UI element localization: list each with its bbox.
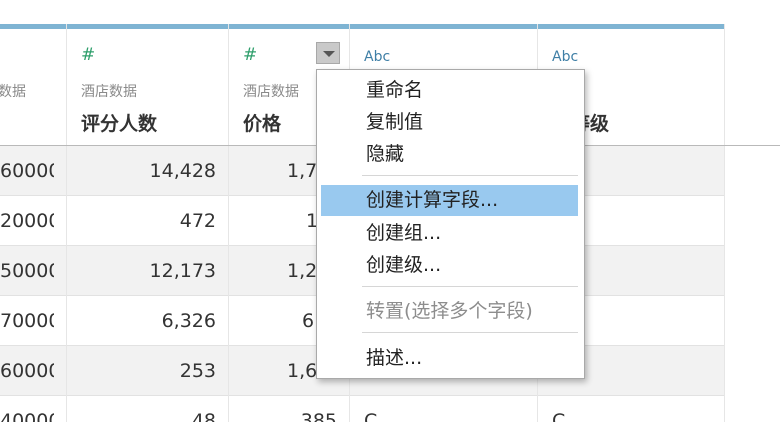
column-header[interactable]: # 酒店数据 评分人数 xyxy=(67,29,228,145)
menu-item-pivot: 转置(选择多个字段) xyxy=(366,300,533,322)
table-cell[interactable]: 60000 xyxy=(0,346,54,396)
table-cell[interactable]: 1,2 xyxy=(287,246,316,296)
number-type-icon[interactable]: # xyxy=(243,47,257,64)
table-cell[interactable]: 6,326 xyxy=(67,296,216,346)
table-cell[interactable]: 1,6 xyxy=(287,346,316,396)
table-cell[interactable]: C xyxy=(552,396,592,422)
column-field-name[interactable]: 价格 xyxy=(243,109,281,136)
table-cell[interactable]: 60000 xyxy=(0,146,54,196)
column-menu-dropdown-button[interactable] xyxy=(316,42,340,64)
menu-item-create-hierarchy[interactable]: 创建级... xyxy=(321,250,578,281)
table-cell[interactable]: 50000 xyxy=(0,246,54,296)
table-cell[interactable]: 1 xyxy=(306,196,316,246)
menu-item-copy-values[interactable]: 复制值 xyxy=(321,107,578,138)
table-cell[interactable]: 385 xyxy=(229,396,337,422)
table-cell[interactable]: 6 xyxy=(302,296,316,346)
table-cell[interactable]: 20000 xyxy=(0,196,54,246)
table-cell[interactable]: C xyxy=(364,396,404,422)
menu-item-create-calculated-field[interactable]: 创建计算字段... xyxy=(321,185,578,216)
table-cell[interactable]: 14,428 xyxy=(67,146,216,196)
number-type-icon[interactable]: # xyxy=(81,47,95,64)
table-cell[interactable]: 1,7 xyxy=(287,146,316,196)
string-type-icon[interactable]: Abc xyxy=(364,50,390,64)
column-source: 数据 xyxy=(0,84,26,100)
column-source: 酒店数据 xyxy=(243,84,299,100)
menu-separator xyxy=(362,286,578,287)
column-field-name[interactable]: 评分人数 xyxy=(81,109,157,136)
menu-item-describe[interactable]: 描述... xyxy=(321,343,578,374)
string-type-icon[interactable]: Abc xyxy=(552,50,578,64)
menu-item-hide[interactable]: 隐藏 xyxy=(321,139,578,170)
table-cell[interactable]: 12,173 xyxy=(67,246,216,296)
menu-item-rename[interactable]: 重命名 xyxy=(321,75,578,106)
table-cell[interactable]: 48 xyxy=(67,396,216,422)
column-source: 酒店数据 xyxy=(81,84,137,100)
menu-separator xyxy=(362,332,578,333)
column-context-menu: 重命名 复制值 隐藏 创建计算字段... 创建组... 创建级... 转置(选择… xyxy=(316,69,585,379)
column-header[interactable]: 数据 xyxy=(0,29,66,145)
table-cell[interactable]: 40000 xyxy=(0,396,54,422)
table-cell[interactable]: 253 xyxy=(67,346,216,396)
menu-separator xyxy=(362,175,578,176)
table-cell[interactable]: 472 xyxy=(67,196,216,246)
table-cell[interactable]: 70000 xyxy=(0,296,54,346)
menu-item-create-group[interactable]: 创建组... xyxy=(321,218,578,249)
